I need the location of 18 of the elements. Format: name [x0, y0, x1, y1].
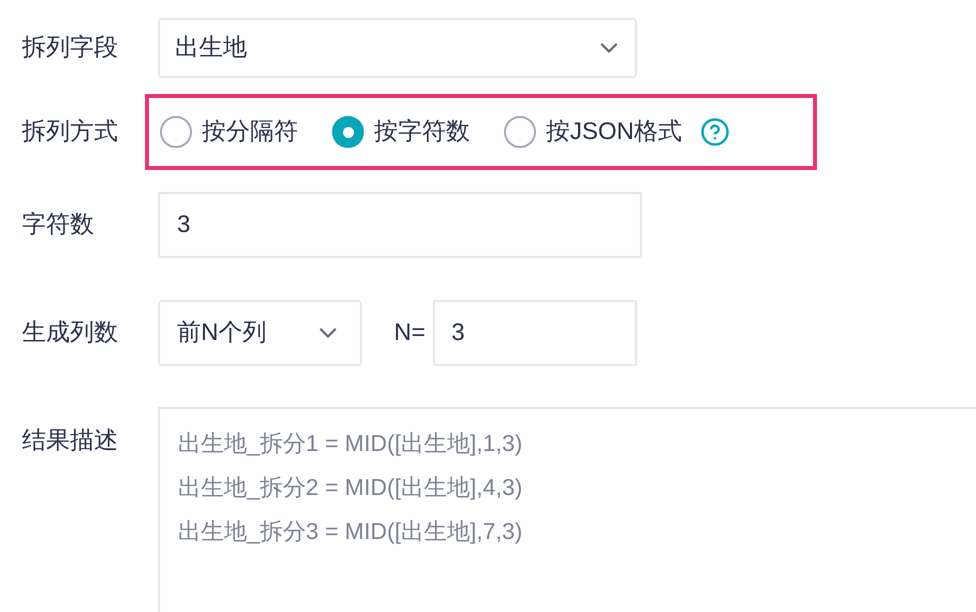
help-icon[interactable] — [700, 117, 730, 147]
result-line: 出生地_拆分3 = MID([出生地],7,3) — [178, 517, 522, 546]
split-field-select[interactable]: 出生地 — [158, 18, 637, 78]
field-label: 拆列字段 — [22, 33, 119, 63]
field-label: 结果描述 — [22, 426, 119, 456]
result-line: 出生地_拆分1 = MID([出生地],1,3) — [178, 429, 522, 458]
result-description-textarea[interactable]: 出生地_拆分1 = MID([出生地],1,3) 出生地_拆分2 = MID([出生地],4,3) 出生地_拆分3 = MID([出生地],7,3) — [158, 407, 976, 612]
char-count-field[interactable]: 3 — [158, 192, 642, 258]
result-line: 出生地_拆分2 = MID([出生地],4,3) — [178, 473, 522, 502]
column-count-select[interactable]: 前N个列 — [158, 300, 362, 366]
field-label: 字符数 — [22, 210, 95, 240]
field-label: 拆列方式 — [22, 117, 119, 147]
field-label: 生成列数 — [22, 318, 119, 348]
radio-option[interactable]: 按JSON格式 — [504, 114, 682, 150]
radio-option[interactable]: 按分隔符 — [160, 114, 298, 150]
n-field[interactable]: 3 — [433, 300, 638, 366]
radio-option[interactable]: 按字符数 — [332, 114, 470, 150]
n-label: N= — [394, 318, 426, 348]
